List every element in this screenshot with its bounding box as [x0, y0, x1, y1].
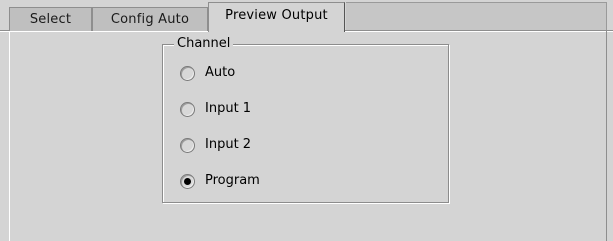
- tab-preview-output[interactable]: Preview Output: [208, 2, 345, 32]
- radio-label-program: Program: [205, 173, 260, 188]
- radio-label-input-1: Input 1: [205, 101, 252, 116]
- radio-option-input-2[interactable]: Input 2: [180, 136, 251, 154]
- content-border-right: [606, 31, 607, 241]
- tab-bar: Select Config Auto Preview Output: [0, 0, 613, 32]
- tab-select[interactable]: Select: [9, 7, 92, 31]
- tab-config-auto[interactable]: Config Auto: [92, 7, 208, 31]
- radio-option-auto[interactable]: Auto: [180, 64, 235, 82]
- tab-bar-filler: [346, 2, 607, 31]
- radio-unchecked-icon[interactable]: [180, 137, 195, 153]
- radio-unchecked-icon[interactable]: [180, 65, 195, 81]
- radio-option-input-1[interactable]: Input 1: [180, 100, 251, 118]
- radio-label-auto: Auto: [205, 65, 236, 80]
- content-border-left: [9, 31, 10, 241]
- radio-checked-icon[interactable]: [180, 173, 195, 189]
- preview-output-panel: Select Config Auto Preview Output Channe…: [0, 0, 613, 241]
- tab-underline-right: [344, 30, 613, 31]
- radio-option-program[interactable]: Program: [180, 172, 260, 190]
- radio-label-input-2: Input 2: [205, 137, 252, 152]
- channel-group-legend: Channel: [174, 36, 234, 52]
- radio-unchecked-icon[interactable]: [180, 101, 195, 117]
